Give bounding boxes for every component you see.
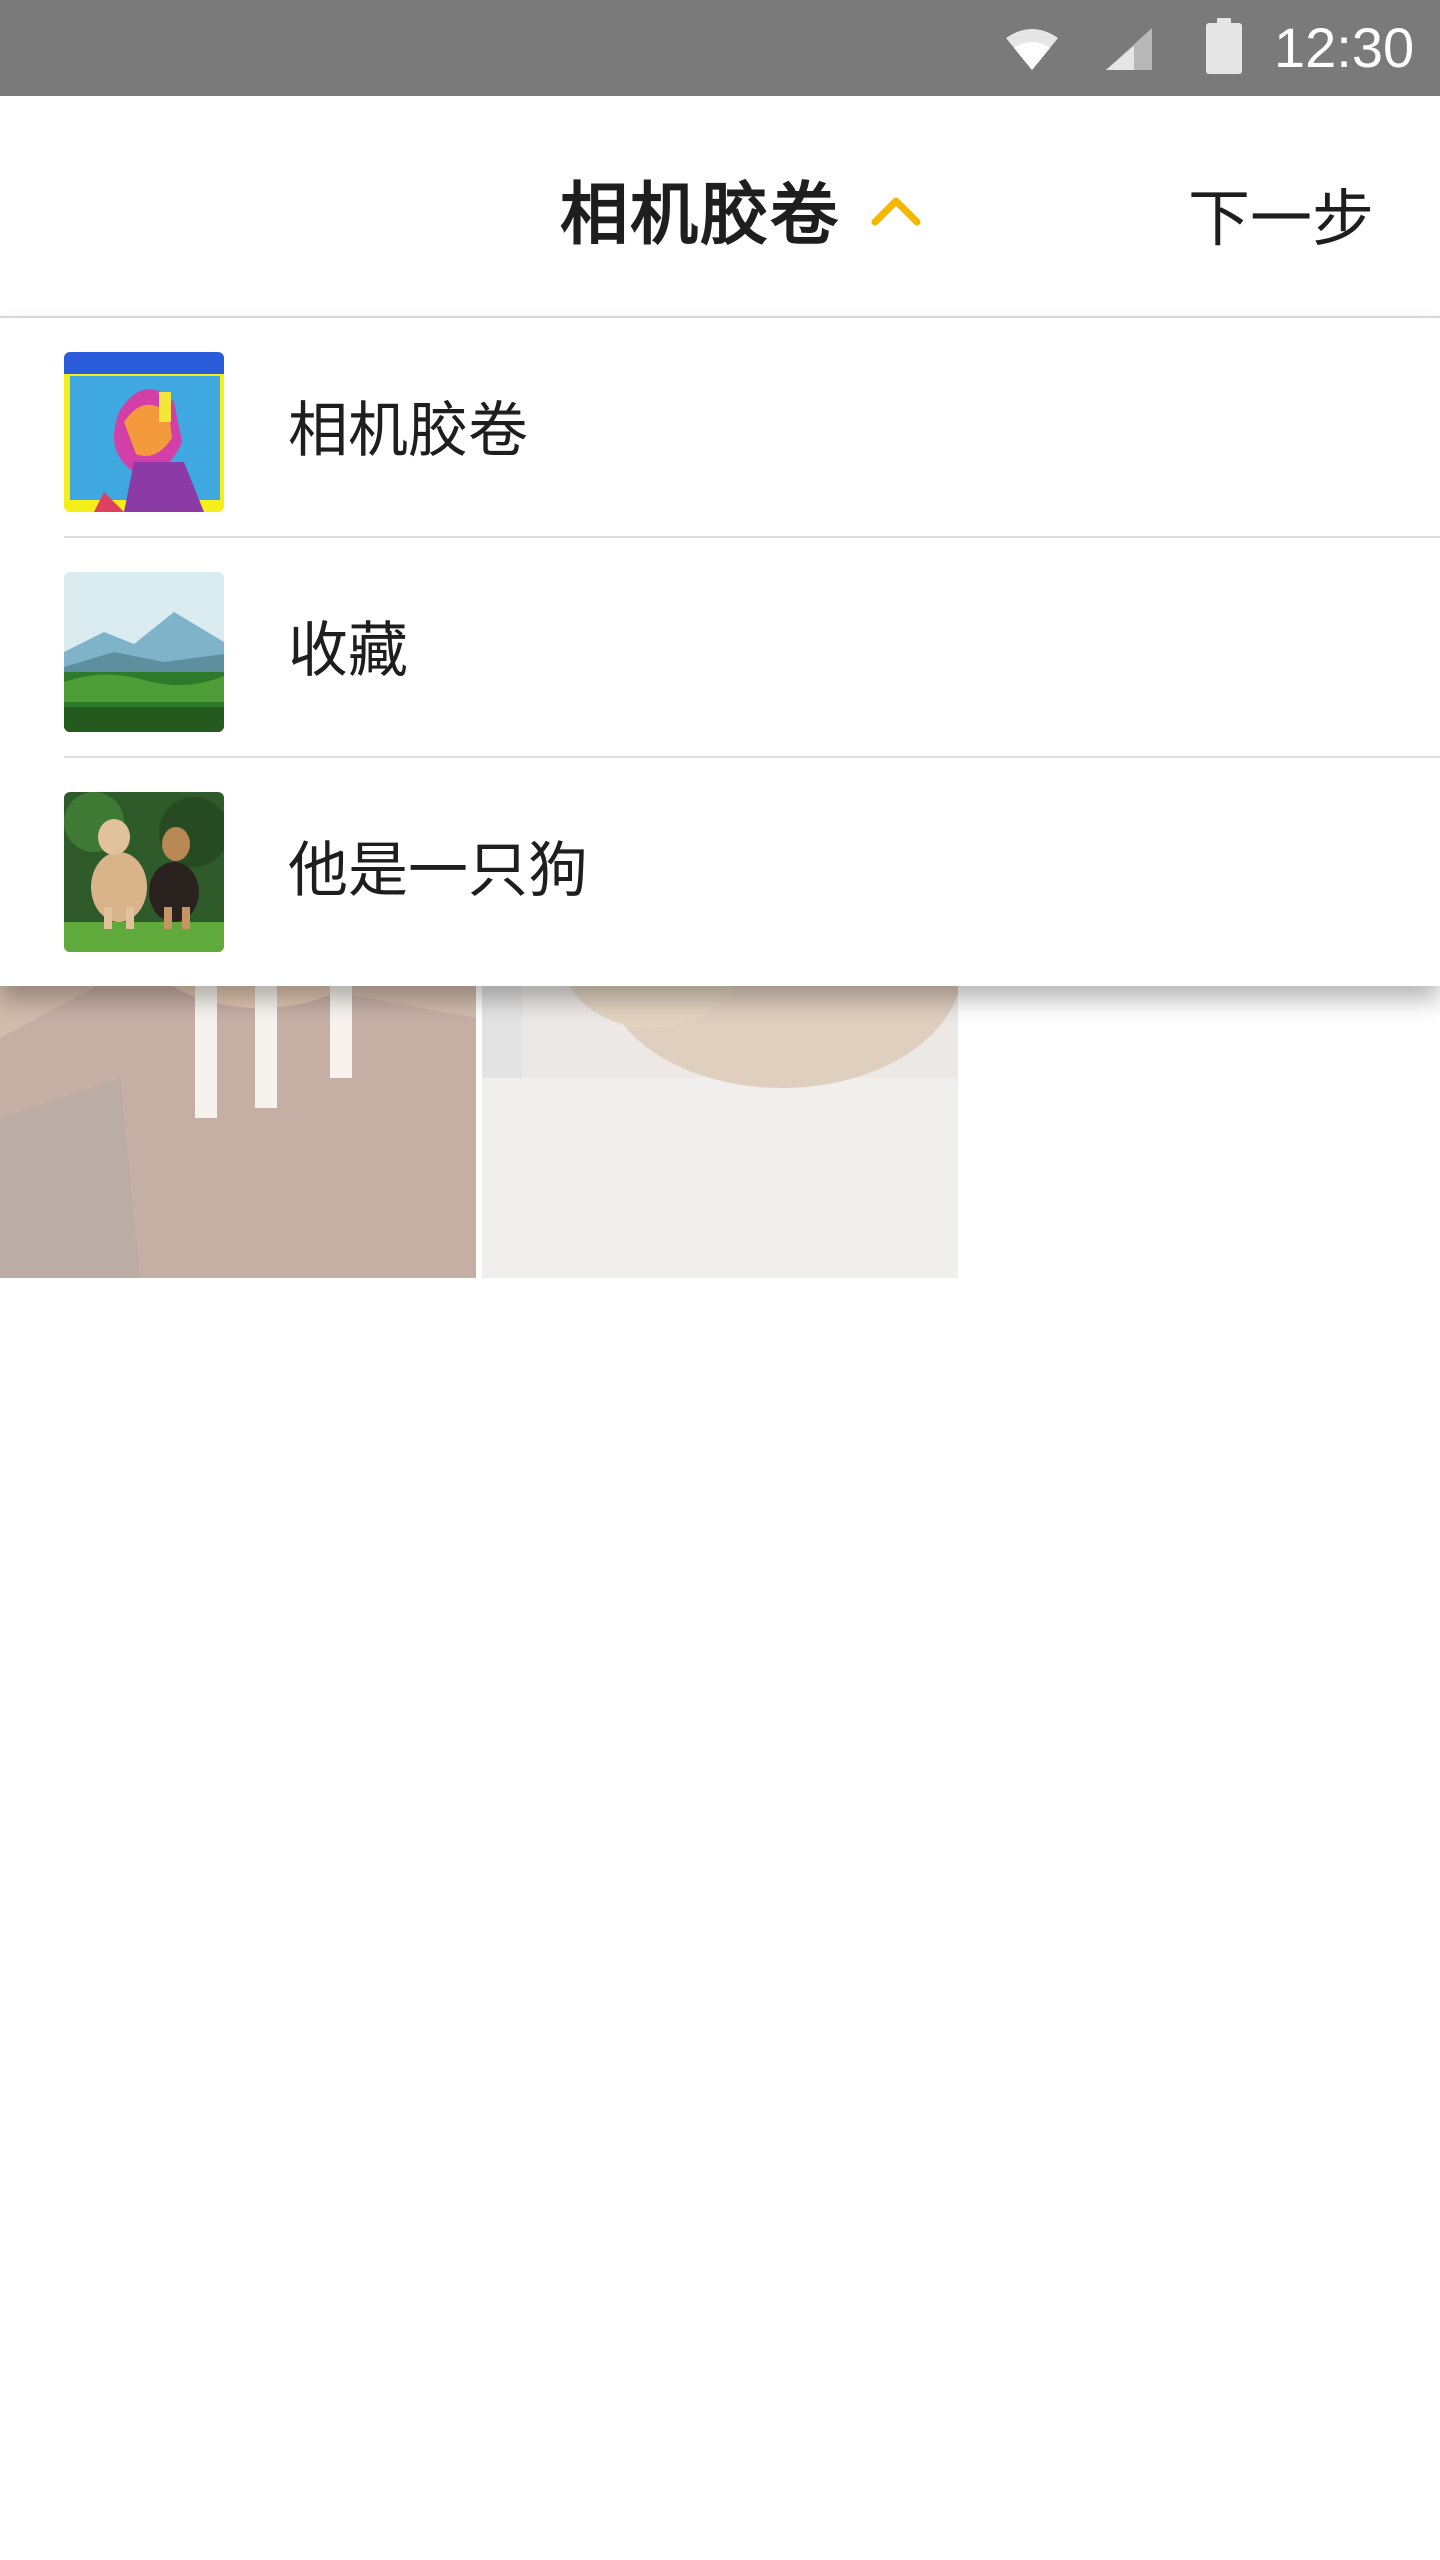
album-thumbnail: [64, 352, 224, 512]
album-item-favorites[interactable]: 收藏: [0, 538, 1440, 758]
status-bar: 12:30: [0, 0, 1440, 96]
battery-icon: [1206, 18, 1242, 74]
album-item-dog[interactable]: 他是一只狗: [0, 758, 1440, 978]
album-title: 相机胶卷: [560, 175, 841, 255]
picker-header: 相机胶卷 下一步: [0, 96, 1440, 318]
album-thumbnail: [64, 572, 224, 732]
album-item-camera-roll[interactable]: 相机胶卷: [0, 318, 1440, 538]
status-time: 12:30: [1274, 16, 1415, 79]
cell-signal-icon: [1106, 28, 1152, 70]
wifi-icon: [1006, 29, 1058, 70]
album-dropdown: 相机胶卷 收藏 他是一只狗: [0, 318, 1440, 986]
album-name: 他是一只狗: [288, 836, 588, 906]
album-name: 相机胶卷: [288, 396, 528, 466]
album-name: 收藏: [288, 616, 408, 686]
chevron-up-icon: [871, 197, 921, 226]
album-selector[interactable]: 相机胶卷: [560, 160, 922, 256]
next-button[interactable]: 下一步: [1188, 168, 1374, 258]
photo-picker-screen: 12:30 相机胶卷 下一步 相机胶卷 收藏 他是一只狗: [0, 0, 1440, 2560]
album-thumbnail: [64, 792, 224, 952]
